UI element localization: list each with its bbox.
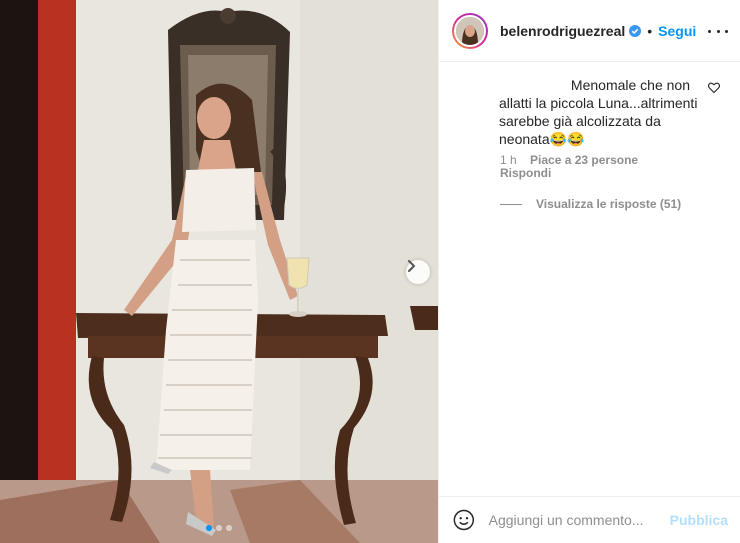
comment-meta: 1 h Piace a 23 persone: [500, 153, 638, 167]
username-link[interactable]: belenrodriguezreal: [500, 23, 625, 39]
publish-button[interactable]: Pubblica: [670, 512, 728, 528]
carousel-indicator: [0, 525, 438, 531]
comment-text-body: allatti la piccola Luna...altrimenti sar…: [499, 95, 698, 147]
carousel-next-button[interactable]: [406, 260, 430, 284]
profile-picture-icon: [456, 16, 484, 45]
post-photo[interactable]: [0, 0, 438, 543]
post-header: belenrodriguezreal • Segui: [439, 0, 740, 62]
reply-button[interactable]: Rispondi: [500, 166, 551, 180]
verified-badge-icon: [629, 24, 642, 37]
comment-input[interactable]: [488, 512, 670, 528]
more-options-icon[interactable]: [708, 22, 728, 40]
follow-button[interactable]: Segui: [658, 23, 696, 39]
replies-divider: [500, 203, 522, 205]
emoji-icon[interactable]: [453, 508, 475, 532]
carousel-dot-active: [206, 525, 212, 531]
comment-composer: Pubblica: [439, 496, 740, 543]
comment-time: 1 h: [500, 153, 517, 167]
comment-text: Menomale che non allatti la piccola Luna…: [499, 76, 704, 148]
chevron-right-icon: [408, 260, 416, 272]
view-replies-label: Visualizza le risposte (51): [536, 197, 682, 211]
comment-text-line1: Menomale che non: [570, 77, 690, 93]
photo-illustration: [0, 0, 438, 543]
view-replies-button[interactable]: Visualizza le risposte (51): [500, 197, 681, 211]
carousel-dot: [226, 525, 232, 531]
comment-likes[interactable]: Piace a 23 persone: [530, 153, 638, 167]
carousel-dot: [216, 525, 222, 531]
heart-icon[interactable]: [708, 82, 720, 94]
avatar[interactable]: [452, 12, 488, 49]
header-separator: •: [647, 22, 653, 39]
